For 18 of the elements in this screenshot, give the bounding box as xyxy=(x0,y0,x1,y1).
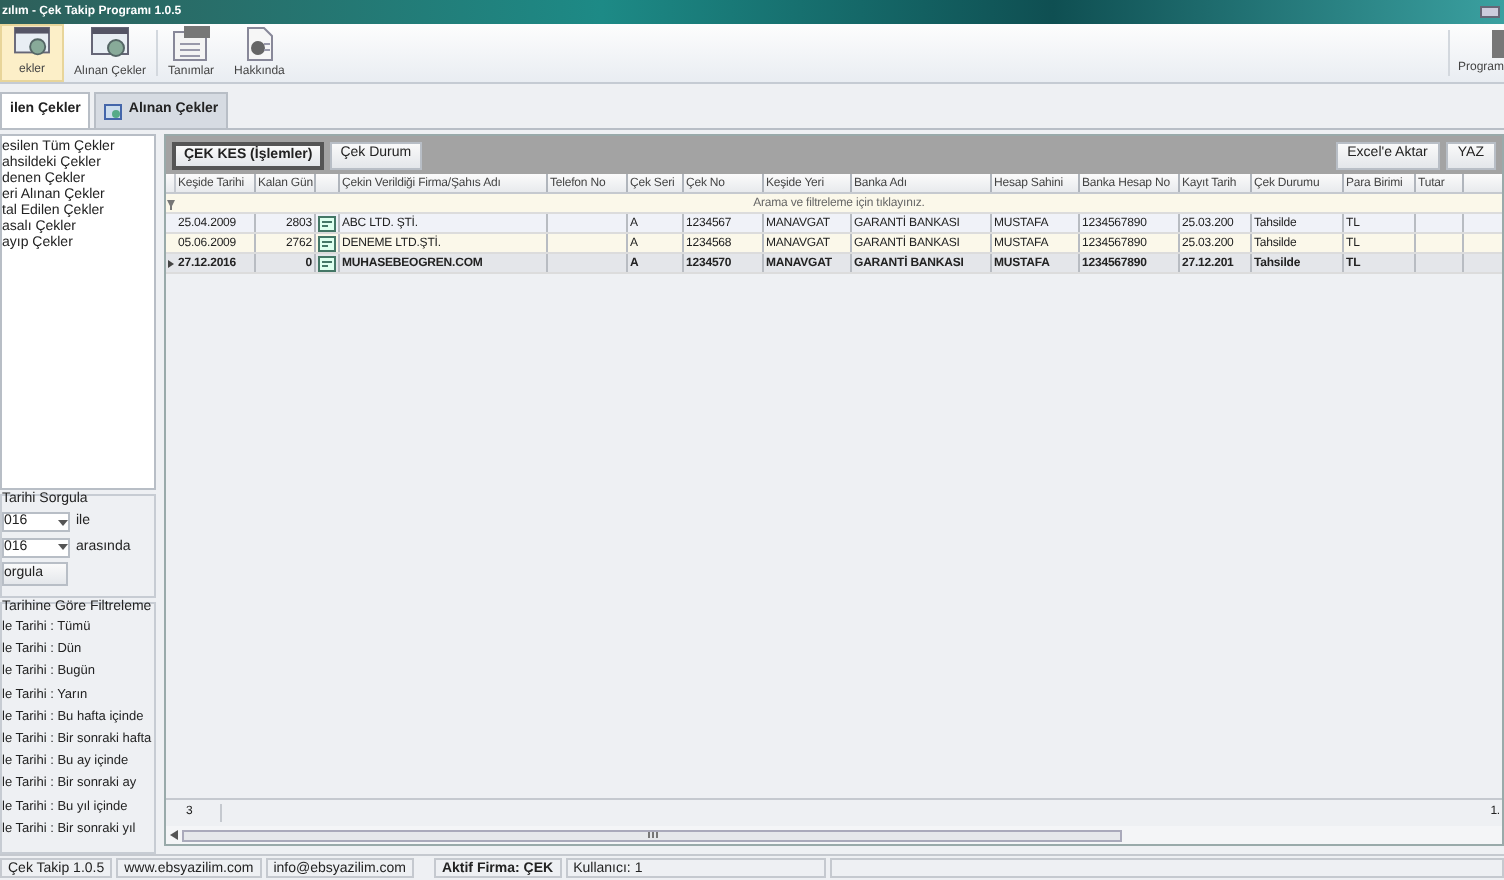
dropdown-arrow-icon xyxy=(58,544,68,551)
program-icon xyxy=(1492,29,1504,57)
horizontal-scrollbar[interactable] xyxy=(166,826,1502,844)
dropdown-arrow-icon xyxy=(58,519,68,526)
cheque-icon xyxy=(12,26,52,60)
filter-icon xyxy=(166,194,176,214)
minimize-button[interactable] xyxy=(1480,6,1500,18)
scroll-left-icon xyxy=(170,830,178,840)
current-row-icon xyxy=(166,259,174,267)
grip-icon xyxy=(647,832,657,838)
document-icon xyxy=(241,25,278,61)
list-icon xyxy=(171,25,212,61)
document-icon xyxy=(318,215,336,231)
scrollbar-thumb[interactable] xyxy=(182,829,1122,841)
document-icon xyxy=(318,255,336,271)
document-icon xyxy=(318,235,336,251)
cheque-icon xyxy=(90,25,131,61)
cheque-icon xyxy=(104,103,123,119)
